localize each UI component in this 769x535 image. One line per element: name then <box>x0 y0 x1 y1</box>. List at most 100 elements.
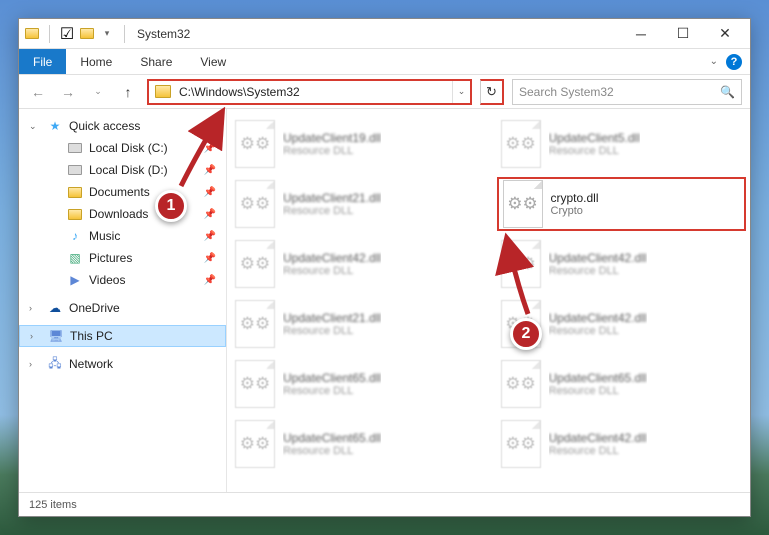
file-description: Resource DLL <box>283 205 381 217</box>
qat-customize-icon[interactable]: ▾ <box>98 25 116 43</box>
picture-icon: ▧ <box>67 250 83 266</box>
close-button[interactable]: ✕ <box>704 20 746 48</box>
qat-properties-icon[interactable]: ☑ <box>58 25 76 43</box>
sidebar-item-videos[interactable]: ▶ Videos 📌 <box>19 269 226 291</box>
pin-icon: 📌 <box>204 231 216 242</box>
callout-badge-1: 1 <box>155 190 187 222</box>
search-icon: 🔍 <box>720 85 735 99</box>
network-icon: 🖧 <box>47 356 63 372</box>
file-item[interactable]: ⚙⚙ UpdateClient42.dll Resource DLL <box>231 237 481 291</box>
callout-2: 2 <box>510 318 542 350</box>
sidebar-item-music[interactable]: ♪ Music 📌 <box>19 225 226 247</box>
callout-1: 1 <box>155 190 187 222</box>
file-item[interactable]: ⚙⚙ UpdateClient65.dll Resource DLL <box>497 357 747 411</box>
file-name: UpdateClient42.dll <box>549 431 647 445</box>
dll-file-icon: ⚙⚙ <box>501 360 541 408</box>
file-description: Resource DLL <box>549 145 640 157</box>
sidebar-item-label: Videos <box>89 273 125 287</box>
dll-file-icon: ⚙⚙ <box>235 360 275 408</box>
forward-button[interactable]: → <box>57 81 79 103</box>
chevron-down-icon: ⌄ <box>29 121 37 132</box>
file-item[interactable]: ⚙⚙ UpdateClient5.dll Resource DLL <box>497 117 747 171</box>
refresh-button[interactable]: ↻ <box>480 79 504 105</box>
file-name: UpdateClient21.dll <box>283 311 381 325</box>
up-button[interactable]: ↑ <box>117 81 139 103</box>
sidebar-item-downloads[interactable]: Downloads 📌 <box>19 203 226 225</box>
dll-file-icon: ⚙⚙ <box>501 420 541 468</box>
video-icon: ▶ <box>67 272 83 288</box>
file-item[interactable]: ⚙⚙ UpdateClient21.dll Resource DLL <box>231 177 481 231</box>
file-description: Resource DLL <box>283 325 381 337</box>
sidebar-onedrive[interactable]: › ☁ OneDrive <box>19 297 226 319</box>
sidebar-item-label: Music <box>89 229 120 243</box>
file-item[interactable]: ⚙⚙ UpdateClient19.dll Resource DLL <box>231 117 481 171</box>
callout-badge-2: 2 <box>510 318 542 350</box>
search-input[interactable]: Search System32 🔍 <box>512 79 742 105</box>
dll-file-icon: ⚙⚙ <box>503 180 543 228</box>
navbar: ← → ⌄ ↑ C:\Windows\System32 ⌄ ↻ Search S… <box>19 75 750 109</box>
dll-file-icon: ⚙⚙ <box>235 300 275 348</box>
file-description: Resource DLL <box>283 385 381 397</box>
sidebar-item-pictures[interactable]: ▧ Pictures 📌 <box>19 247 226 269</box>
file-name: crypto.dll <box>551 191 599 205</box>
recent-dropdown-icon[interactable]: ⌄ <box>87 81 109 103</box>
minimize-button[interactable]: ─ <box>620 20 662 48</box>
file-item[interactable]: ⚙⚙ crypto.dll Crypto <box>497 177 747 231</box>
statusbar: 125 items <box>19 492 750 516</box>
tab-file[interactable]: File <box>19 49 66 74</box>
sidebar-this-pc[interactable]: › 🖥 This PC <box>19 325 226 347</box>
file-description: Resource DLL <box>549 445 647 457</box>
sidebar-item-label: Documents <box>89 185 150 199</box>
dll-file-icon: ⚙⚙ <box>235 120 275 168</box>
chevron-right-icon: › <box>29 359 32 369</box>
tab-home[interactable]: Home <box>66 49 126 74</box>
file-name: UpdateClient65.dll <box>283 371 381 385</box>
sidebar-label: This PC <box>70 329 113 343</box>
file-item[interactable]: ⚙⚙ UpdateClient21.dll Resource DLL <box>231 297 481 351</box>
file-description: Resource DLL <box>283 445 381 457</box>
file-description: Resource DLL <box>549 385 647 397</box>
window-title: System32 <box>137 27 190 41</box>
cloud-icon: ☁ <box>47 300 63 316</box>
sidebar-network[interactable]: › 🖧 Network <box>19 353 226 375</box>
file-list[interactable]: ⚙⚙ UpdateClient19.dll Resource DLL ⚙⚙ Up… <box>227 109 750 492</box>
chevron-right-icon: › <box>30 331 33 341</box>
file-name: UpdateClient42.dll <box>549 311 647 325</box>
drive-icon <box>67 162 83 178</box>
sidebar-label: Quick access <box>69 119 140 133</box>
file-name: UpdateClient65.dll <box>283 431 381 445</box>
help-icon[interactable]: ? <box>726 54 742 70</box>
search-placeholder: Search System32 <box>519 85 720 99</box>
music-icon: ♪ <box>67 228 83 244</box>
expand-ribbon-icon[interactable]: ⌄ <box>710 56 718 67</box>
file-name: UpdateClient19.dll <box>283 131 381 145</box>
tab-share[interactable]: Share <box>126 49 186 74</box>
tab-view[interactable]: View <box>186 49 240 74</box>
pin-icon: 📌 <box>204 209 216 220</box>
file-item[interactable]: ⚙⚙ UpdateClient65.dll Resource DLL <box>231 417 481 471</box>
back-button[interactable]: ← <box>27 81 49 103</box>
maximize-button[interactable]: ☐ <box>662 20 704 48</box>
item-count: 125 items <box>29 499 77 511</box>
address-dropdown-icon[interactable]: ⌄ <box>452 81 470 103</box>
chevron-right-icon: › <box>29 303 32 313</box>
sidebar-label: OneDrive <box>69 301 120 315</box>
pin-icon: 📌 <box>204 275 216 286</box>
file-description: Resource DLL <box>283 145 381 157</box>
file-name: UpdateClient21.dll <box>283 191 381 205</box>
folder-icon <box>67 206 83 222</box>
sidebar-item-label: Local Disk (D:) <box>89 163 168 177</box>
file-item[interactable]: ⚙⚙ UpdateClient65.dll Resource DLL <box>231 357 481 411</box>
file-description: Resource DLL <box>549 325 647 337</box>
sidebar-item-label: Local Disk (C:) <box>89 141 168 155</box>
drive-icon <box>67 140 83 156</box>
address-bar[interactable]: C:\Windows\System32 ⌄ <box>147 79 472 105</box>
file-description: Crypto <box>551 205 599 217</box>
sidebar-item-label: Pictures <box>89 251 132 265</box>
qat-newfolder-icon[interactable] <box>78 25 96 43</box>
dll-file-icon: ⚙⚙ <box>235 240 275 288</box>
file-name: UpdateClient5.dll <box>549 131 640 145</box>
pin-icon: 📌 <box>204 253 216 264</box>
address-path[interactable]: C:\Windows\System32 <box>177 85 452 99</box>
file-item[interactable]: ⚙⚙ UpdateClient42.dll Resource DLL <box>497 417 747 471</box>
